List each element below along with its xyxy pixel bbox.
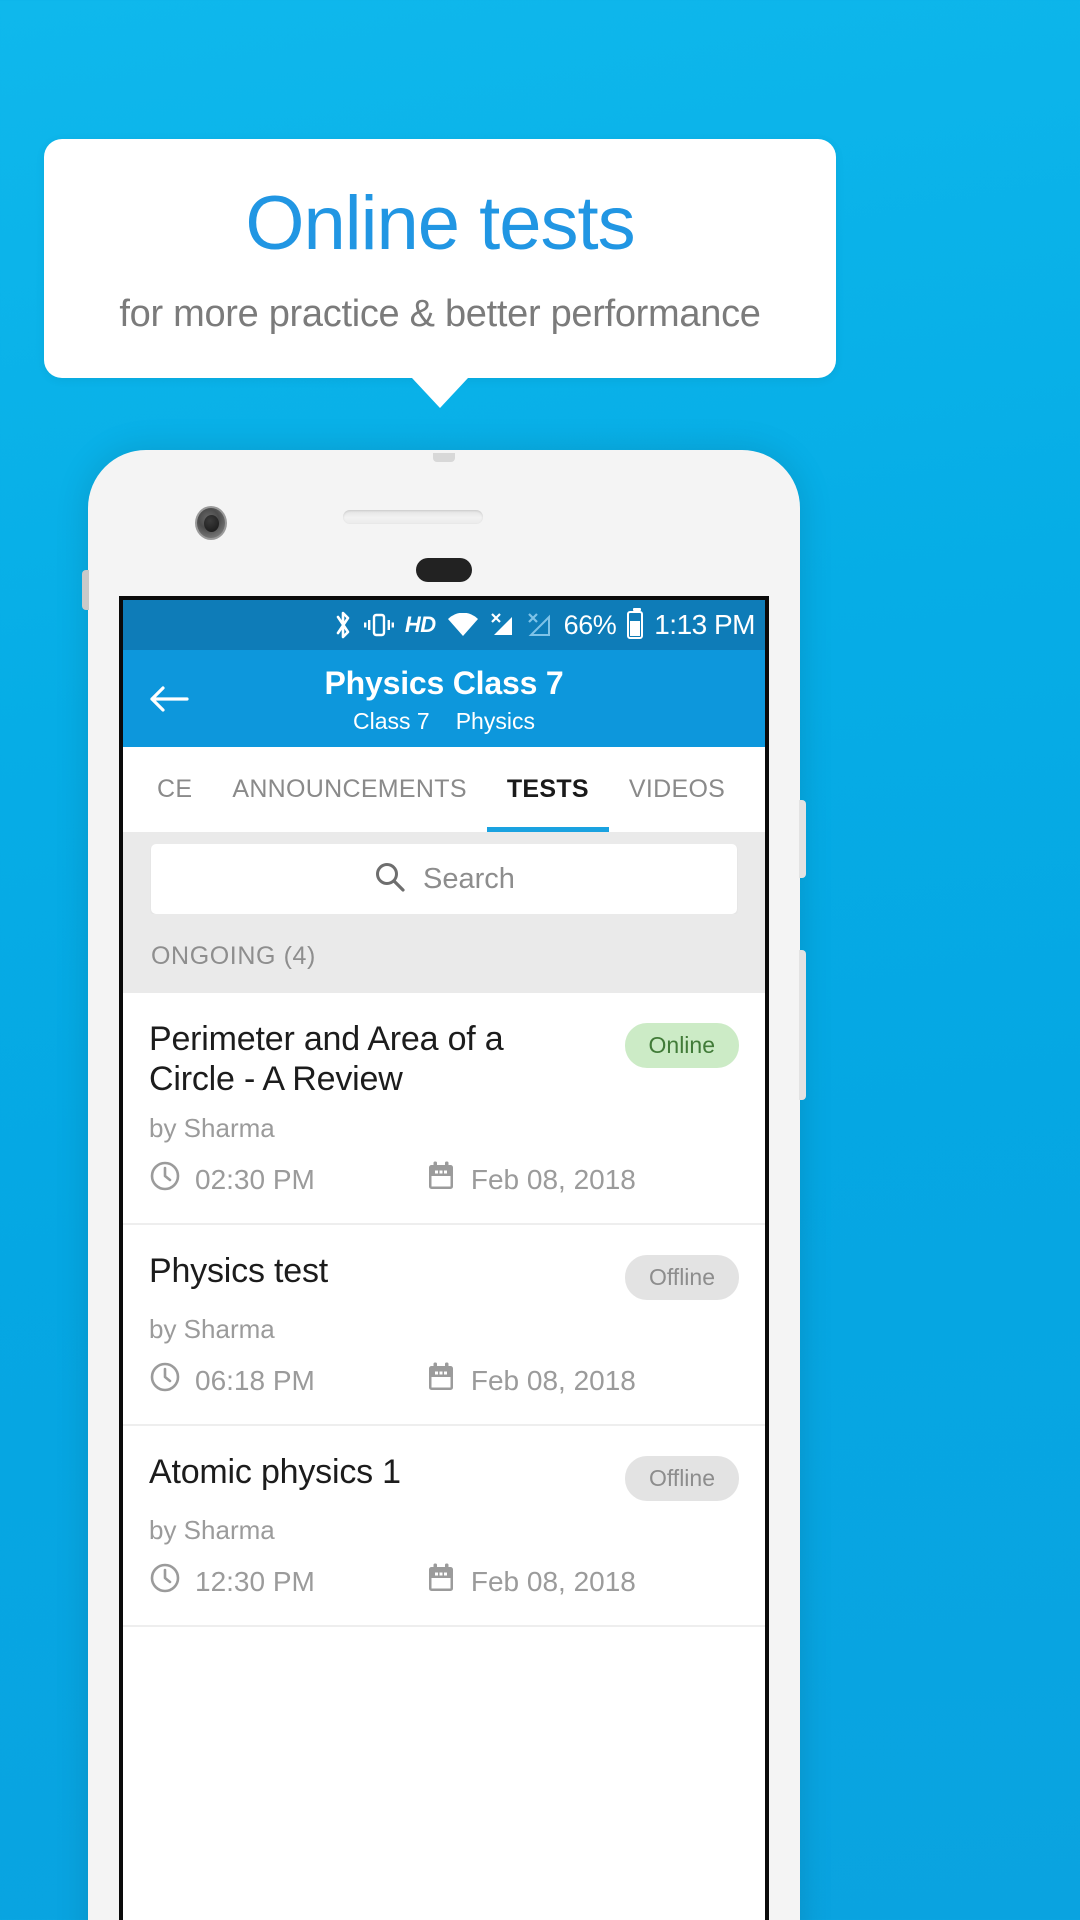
earpiece-speaker <box>343 510 483 524</box>
app-bar-titles: Physics Class 7 Class 7 Physics <box>123 662 765 735</box>
test-time-label: 06:18 PM <box>195 1364 315 1396</box>
vibrate-icon <box>363 612 394 638</box>
status-bar: HD 66% 1:13 PM <box>123 600 765 650</box>
search-zone: Search <box>123 832 765 914</box>
breadcrumb-class: Class 7 <box>353 708 430 735</box>
test-date-label: Feb 08, 2018 <box>470 1565 636 1597</box>
promo-title: Online tests <box>245 181 635 266</box>
clock-icon <box>149 1361 181 1400</box>
phone-mockup: HD 66% 1:13 PM Physics Class 7 Class 7 P… <box>82 450 806 1920</box>
tab-videos[interactable]: VIDEOS <box>609 747 745 832</box>
status-time: 1:13 PM <box>654 609 755 640</box>
battery-percent: 66% <box>563 609 617 640</box>
test-title: Perimeter and Area of a Circle - A Revie… <box>149 1020 504 1099</box>
test-list: Perimeter and Area of a Circle - A Revie… <box>123 993 765 1628</box>
test-card-header: Atomic physics 1 Offline <box>149 1452 739 1502</box>
wifi-icon <box>447 612 479 638</box>
test-card-header: Physics test Offline <box>149 1251 739 1301</box>
tab-tests[interactable]: TESTS <box>486 747 609 832</box>
test-time-label: 12:30 PM <box>195 1565 315 1597</box>
test-list-item[interactable]: Perimeter and Area of a Circle - A Revie… <box>123 993 765 1226</box>
app-bar: Physics Class 7 Class 7 Physics <box>123 650 765 747</box>
test-time: 06:18 PM <box>149 1361 315 1400</box>
tab-ce[interactable]: CE <box>137 747 212 832</box>
calendar-icon <box>425 1361 457 1400</box>
proximity-sensor <box>416 558 472 582</box>
calendar-icon <box>425 1562 457 1601</box>
test-list-item[interactable]: Physics test Offline by Sharma 06:18 PM <box>123 1225 765 1427</box>
search-icon <box>373 860 407 899</box>
promo-bubble-tail <box>412 378 468 409</box>
back-arrow-icon[interactable] <box>148 678 190 720</box>
test-author: by Sharma <box>149 1314 275 1345</box>
test-date-label: Feb 08, 2018 <box>470 1364 636 1396</box>
signal-no-sim-icon-2 <box>527 612 553 638</box>
status-badge: Online <box>624 1023 739 1068</box>
signal-no-sim-icon <box>490 612 516 638</box>
promo-bubble: Online tests for more practice & better … <box>44 139 836 379</box>
test-title: Physics test <box>149 1252 328 1291</box>
test-meta: 02:30 PM Feb 08, 2018 <box>149 1160 739 1199</box>
hd-label: HD <box>404 612 436 637</box>
test-list-item[interactable]: Atomic physics 1 Offline by Sharma 12:30… <box>123 1426 765 1628</box>
test-date: Feb 08, 2018 <box>425 1562 636 1601</box>
phone-power-button[interactable] <box>799 800 806 878</box>
section-header-ongoing: ONGOING (4) <box>123 914 765 993</box>
phone-left-button <box>82 570 89 610</box>
clock-icon <box>149 1562 181 1601</box>
tab-bar: CE ANNOUNCEMENTS TESTS VIDEOS <box>123 747 765 832</box>
tab-announcements[interactable]: ANNOUNCEMENTS <box>212 747 486 832</box>
clock-icon <box>149 1160 181 1199</box>
test-author: by Sharma <box>149 1515 275 1546</box>
page-title: Physics Class 7 <box>324 664 564 701</box>
status-badge: Offline <box>624 1255 739 1301</box>
test-meta: 06:18 PM Feb 08, 2018 <box>149 1361 739 1400</box>
phone-volume-button[interactable] <box>799 950 806 1100</box>
phone-antenna-notch <box>433 453 455 462</box>
battery-icon <box>627 608 644 639</box>
test-date-label: Feb 08, 2018 <box>470 1163 636 1195</box>
breadcrumb-subject: Physics <box>455 708 535 735</box>
test-card-header: Perimeter and Area of a Circle - A Revie… <box>149 1019 739 1099</box>
bluetooth-icon <box>333 610 353 640</box>
test-title: Atomic physics 1 <box>149 1453 401 1492</box>
test-time-label: 02:30 PM <box>195 1163 315 1195</box>
promo-banner: Online tests for more practice & better … <box>44 139 836 409</box>
test-time: 12:30 PM <box>149 1562 315 1601</box>
search-placeholder: Search <box>423 862 515 895</box>
calendar-icon <box>425 1160 457 1199</box>
promo-subtitle: for more practice & better performance <box>119 293 761 336</box>
test-meta: 12:30 PM Feb 08, 2018 <box>149 1562 739 1601</box>
test-time: 02:30 PM <box>149 1160 315 1199</box>
test-date: Feb 08, 2018 <box>425 1160 636 1199</box>
test-author: by Sharma <box>149 1113 275 1144</box>
phone-screen: HD 66% 1:13 PM Physics Class 7 Class 7 P… <box>119 596 769 1920</box>
front-camera-icon <box>195 506 227 540</box>
search-input[interactable]: Search <box>151 844 737 914</box>
status-badge: Offline <box>624 1456 739 1502</box>
breadcrumb: Class 7 Physics <box>123 708 765 735</box>
test-date: Feb 08, 2018 <box>425 1361 636 1400</box>
